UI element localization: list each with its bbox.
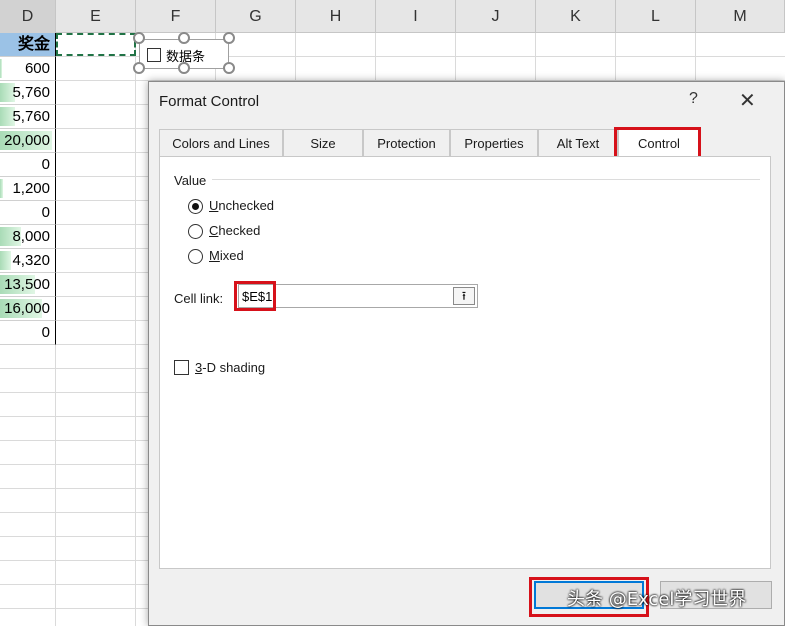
dialog-title: Format Control [159, 93, 260, 110]
cell-d-value[interactable]: 16,000 [0, 297, 56, 321]
shading-label: 3-D shading [195, 360, 266, 375]
cell-d-value[interactable]: 600 [0, 57, 56, 81]
column-header-k[interactable]: K [536, 0, 616, 33]
cell-d-value[interactable]: 4,320 [0, 249, 56, 273]
format-control-dialog: Format Control ? ✕ Colors and Lines Size… [148, 81, 785, 626]
close-icon[interactable]: ✕ [739, 88, 756, 113]
column-header-e[interactable]: E [56, 0, 136, 33]
cell-d-value[interactable]: 8,000 [0, 225, 56, 249]
resize-handle-top-right[interactable] [223, 32, 235, 44]
cell-d-value[interactable]: 0 [0, 321, 56, 345]
highlight-box-cell-link [234, 281, 276, 311]
column-header-f[interactable]: F [136, 0, 216, 33]
cell-link-label: Cell link: [174, 291, 224, 306]
cell-d1-header[interactable]: 奖金 [0, 33, 56, 57]
cell-d-value[interactable]: 1,200 [0, 177, 56, 201]
cell-text: 0 [41, 324, 50, 341]
sheet-checkbox-box[interactable] [147, 48, 161, 62]
tab-colors-and-lines[interactable]: Colors and Lines [159, 129, 283, 157]
resize-handle-bottom-left[interactable] [133, 62, 145, 74]
column-header-j[interactable]: J [456, 0, 536, 33]
data-bar [0, 251, 11, 270]
radio-button-unchecked[interactable] [188, 199, 203, 214]
radio-button-mixed[interactable] [188, 249, 203, 264]
tab-properties[interactable]: Properties [450, 129, 538, 157]
radio-button-checked[interactable] [188, 224, 203, 239]
cell-text: 20,000 [4, 132, 50, 149]
column-header-h[interactable]: H [296, 0, 376, 33]
help-icon[interactable]: ? [689, 90, 698, 108]
cell-text: 0 [41, 204, 50, 221]
data-bar [0, 179, 3, 198]
cell-text: 16,000 [4, 300, 50, 317]
tab-alt-text[interactable]: Alt Text [538, 129, 618, 157]
data-bar [0, 59, 2, 78]
cell-d-value[interactable]: 0 [0, 153, 56, 177]
radio-label-checked: Checked [209, 223, 261, 238]
tab-protection[interactable]: Protection [363, 129, 450, 157]
column-header-row: D E F G H I J K L M [0, 0, 785, 33]
cell-d-value[interactable]: 5,760 [0, 81, 56, 105]
cell-d-value[interactable]: 0 [0, 201, 56, 225]
cell-text: 600 [24, 60, 50, 77]
cell-text: 0 [41, 156, 50, 173]
resize-handle-top-left[interactable] [133, 32, 145, 44]
resize-handle-top-middle[interactable] [178, 32, 190, 44]
watermark: 头条 @Excel学习世界 [567, 589, 747, 610]
cell-text: 5,760 [12, 84, 50, 101]
column-header-m[interactable]: M [696, 0, 785, 33]
value-group-label: Value [174, 173, 207, 188]
column-header-g[interactable]: G [216, 0, 296, 33]
collapse-dialog-icon[interactable]: ⭱ [453, 287, 475, 305]
column-header-i[interactable]: I [376, 0, 456, 33]
cell-d-value[interactable]: 5,760 [0, 105, 56, 129]
value-group-divider [212, 179, 760, 180]
cell-d-value[interactable]: 13,500 [0, 273, 56, 297]
radio-label-unchecked: Unchecked [209, 198, 275, 213]
radio-label-mixed: Mixed [209, 248, 244, 263]
column-header-d[interactable]: D [0, 0, 56, 33]
cell-text: 13,500 [4, 276, 50, 293]
shading-checkbox[interactable] [174, 360, 189, 375]
column-header-l[interactable]: L [616, 0, 696, 33]
control-tab-panel: Value Unchecked Checked Mixed Cell link:… [159, 156, 771, 569]
cell-d-value[interactable]: 20,000 [0, 129, 56, 153]
cell-text: 1,200 [12, 180, 50, 197]
resize-handle-bottom-middle[interactable] [178, 62, 190, 74]
copy-marquee-e1 [56, 33, 136, 56]
resize-handle-bottom-right[interactable] [223, 62, 235, 74]
cell-text: 8,000 [12, 228, 50, 245]
tab-size[interactable]: Size [283, 129, 363, 157]
cell-text: 5,760 [12, 108, 50, 125]
cell-text: 4,320 [12, 252, 50, 269]
